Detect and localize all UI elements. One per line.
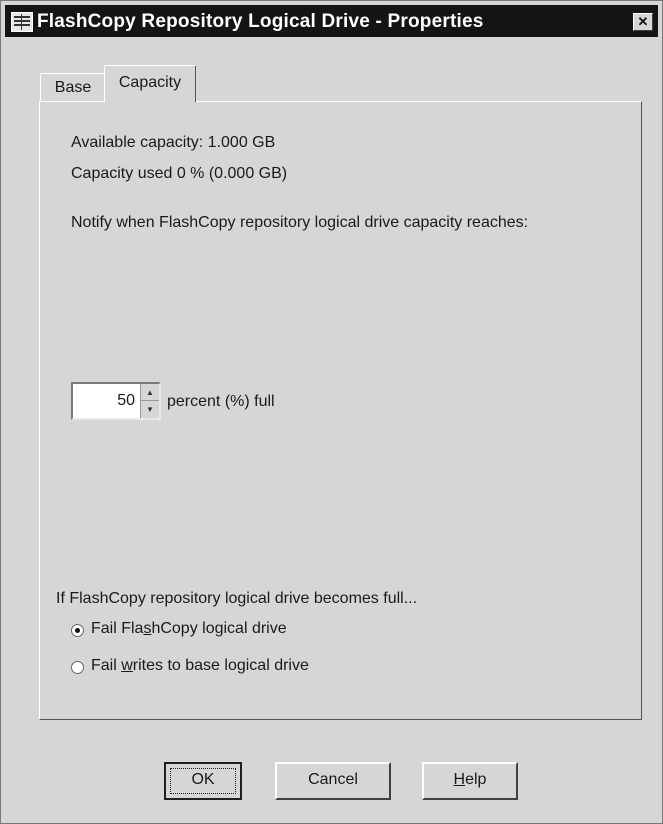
window-title: FlashCopy Repository Logical Drive - Pro… (37, 11, 484, 32)
fail-writes-radio[interactable] (71, 661, 84, 674)
tab-base[interactable]: Base (40, 73, 106, 102)
threshold-stepper[interactable]: 50 ▲ ▼ (71, 382, 161, 420)
fail-writes-label[interactable]: Fail writes to base logical drive (91, 657, 309, 675)
threshold-suffix: percent (%) full (167, 393, 275, 410)
capacity-used: Capacity used 0 % (0.000 GB) (71, 165, 288, 182)
full-action-label: If FlashCopy repository logical drive be… (56, 590, 418, 607)
threshold-value: 50 (117, 392, 135, 409)
notify-label: Notify when FlashCopy repository logical… (71, 214, 529, 231)
help-label: Help (453, 771, 487, 788)
stepper-down-icon[interactable]: ▼ (141, 401, 159, 418)
properties-dialog: FlashCopy Repository Logical Drive - Pro… (0, 0, 663, 824)
app-icon (11, 12, 33, 32)
tab-capacity[interactable]: Capacity (104, 65, 196, 102)
tab-base-label: Base (54, 79, 92, 96)
cancel-button[interactable]: Cancel (275, 762, 391, 800)
help-button[interactable]: Help (422, 762, 518, 800)
stepper-buttons: ▲ ▼ (140, 384, 159, 418)
fail-flashcopy-radio[interactable] (71, 624, 84, 637)
tab-capacity-label: Capacity (118, 74, 182, 91)
fail-flashcopy-label[interactable]: Fail FlashCopy logical drive (91, 620, 287, 638)
title-bar[interactable]: FlashCopy Repository Logical Drive - Pro… (5, 5, 658, 37)
cancel-label: Cancel (308, 771, 358, 788)
ok-button[interactable]: OK (164, 762, 242, 800)
stepper-up-icon[interactable]: ▲ (141, 384, 159, 401)
available-capacity: Available capacity: 1.000 GB (71, 134, 276, 151)
focus-ring (170, 768, 236, 794)
close-button[interactable]: ✕ (633, 13, 653, 31)
